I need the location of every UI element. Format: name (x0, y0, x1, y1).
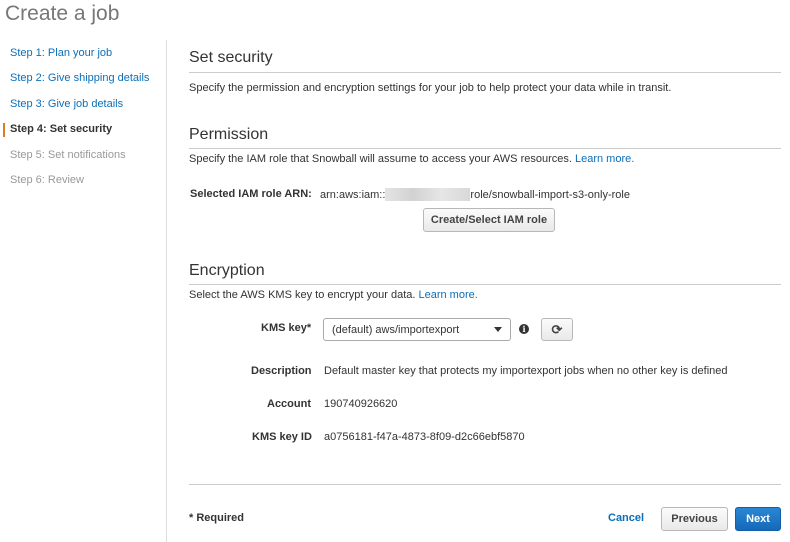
cancel-link[interactable]: Cancel (608, 512, 644, 524)
step-review: Step 6: Review (10, 174, 84, 186)
kms-key-label: KMS key* (261, 322, 312, 334)
kms-description-value: Default master key that protects my impo… (324, 365, 728, 377)
kms-description-label: Description (251, 365, 312, 377)
encryption-learn-more-link[interactable]: Learn more. (418, 289, 477, 301)
footer-divider (189, 484, 781, 485)
encryption-description-text: Select the AWS KMS key to encrypt your d… (189, 289, 416, 301)
step-set-security: Step 4: Set security (10, 123, 113, 135)
kms-key-id-value: a0756181-f47a-4873-8f09-d2c66ebf5870 (324, 431, 525, 443)
set-security-heading: Set security (189, 49, 273, 66)
step-set-notifications: Step 5: Set notifications (10, 149, 126, 161)
divider (189, 72, 781, 73)
step-give-shipping-details[interactable]: Step 2: Give shipping details (10, 72, 149, 84)
set-security-description: Specify the permission and encryption se… (189, 82, 672, 94)
iam-role-arn-prefix: arn:aws:iam:: (320, 189, 386, 201)
encryption-description: Select the AWS KMS key to encrypt your d… (189, 289, 478, 301)
permission-description-text: Specify the IAM role that Snowball will … (189, 153, 572, 165)
info-circle-icon[interactable]: i (519, 324, 529, 334)
previous-button[interactable]: Previous (661, 507, 728, 531)
create-select-iam-role-button[interactable]: Create/Select IAM role (423, 208, 555, 232)
refresh-kms-keys-button[interactable]: ⟳ (541, 318, 573, 341)
step-plan-your-job[interactable]: Step 1: Plan your job (10, 47, 112, 59)
kms-key-id-label: KMS key ID (252, 431, 312, 443)
permission-heading: Permission (189, 126, 269, 143)
next-button[interactable]: Next (735, 507, 781, 531)
permission-description: Specify the IAM role that Snowball will … (189, 153, 634, 165)
permission-learn-more-link[interactable]: Learn more. (575, 153, 634, 165)
iam-role-arn-suffix: role/snowball-import-s3-only-role (470, 189, 630, 201)
current-step-marker (3, 123, 5, 137)
required-note: * Required (189, 512, 245, 524)
main-content: Set security Specify the permission and … (189, 0, 781, 542)
refresh-icon: ⟳ (551, 321, 563, 337)
step-give-job-details[interactable]: Step 3: Give job details (10, 98, 123, 110)
page-title: Create a job (5, 2, 120, 25)
wizard-steps-sidebar: Step 1: Plan your job Step 2: Give shipp… (0, 40, 167, 542)
kms-account-label: Account (267, 398, 311, 410)
caret-down-icon (494, 327, 502, 332)
iam-role-arn-value: arn:aws:iam:: role/snowball-import-s3-onl… (320, 188, 630, 201)
encryption-heading: Encryption (189, 262, 265, 279)
kms-account-value: 190740926620 (324, 398, 398, 410)
kms-key-select[interactable]: (default) aws/importexport (323, 318, 511, 341)
iam-role-arn-label: Selected IAM role ARN: (190, 188, 312, 200)
redacted-account-id (385, 188, 471, 201)
kms-key-selected-value: (default) aws/importexport (332, 323, 460, 336)
divider (189, 284, 781, 285)
divider (189, 148, 781, 149)
